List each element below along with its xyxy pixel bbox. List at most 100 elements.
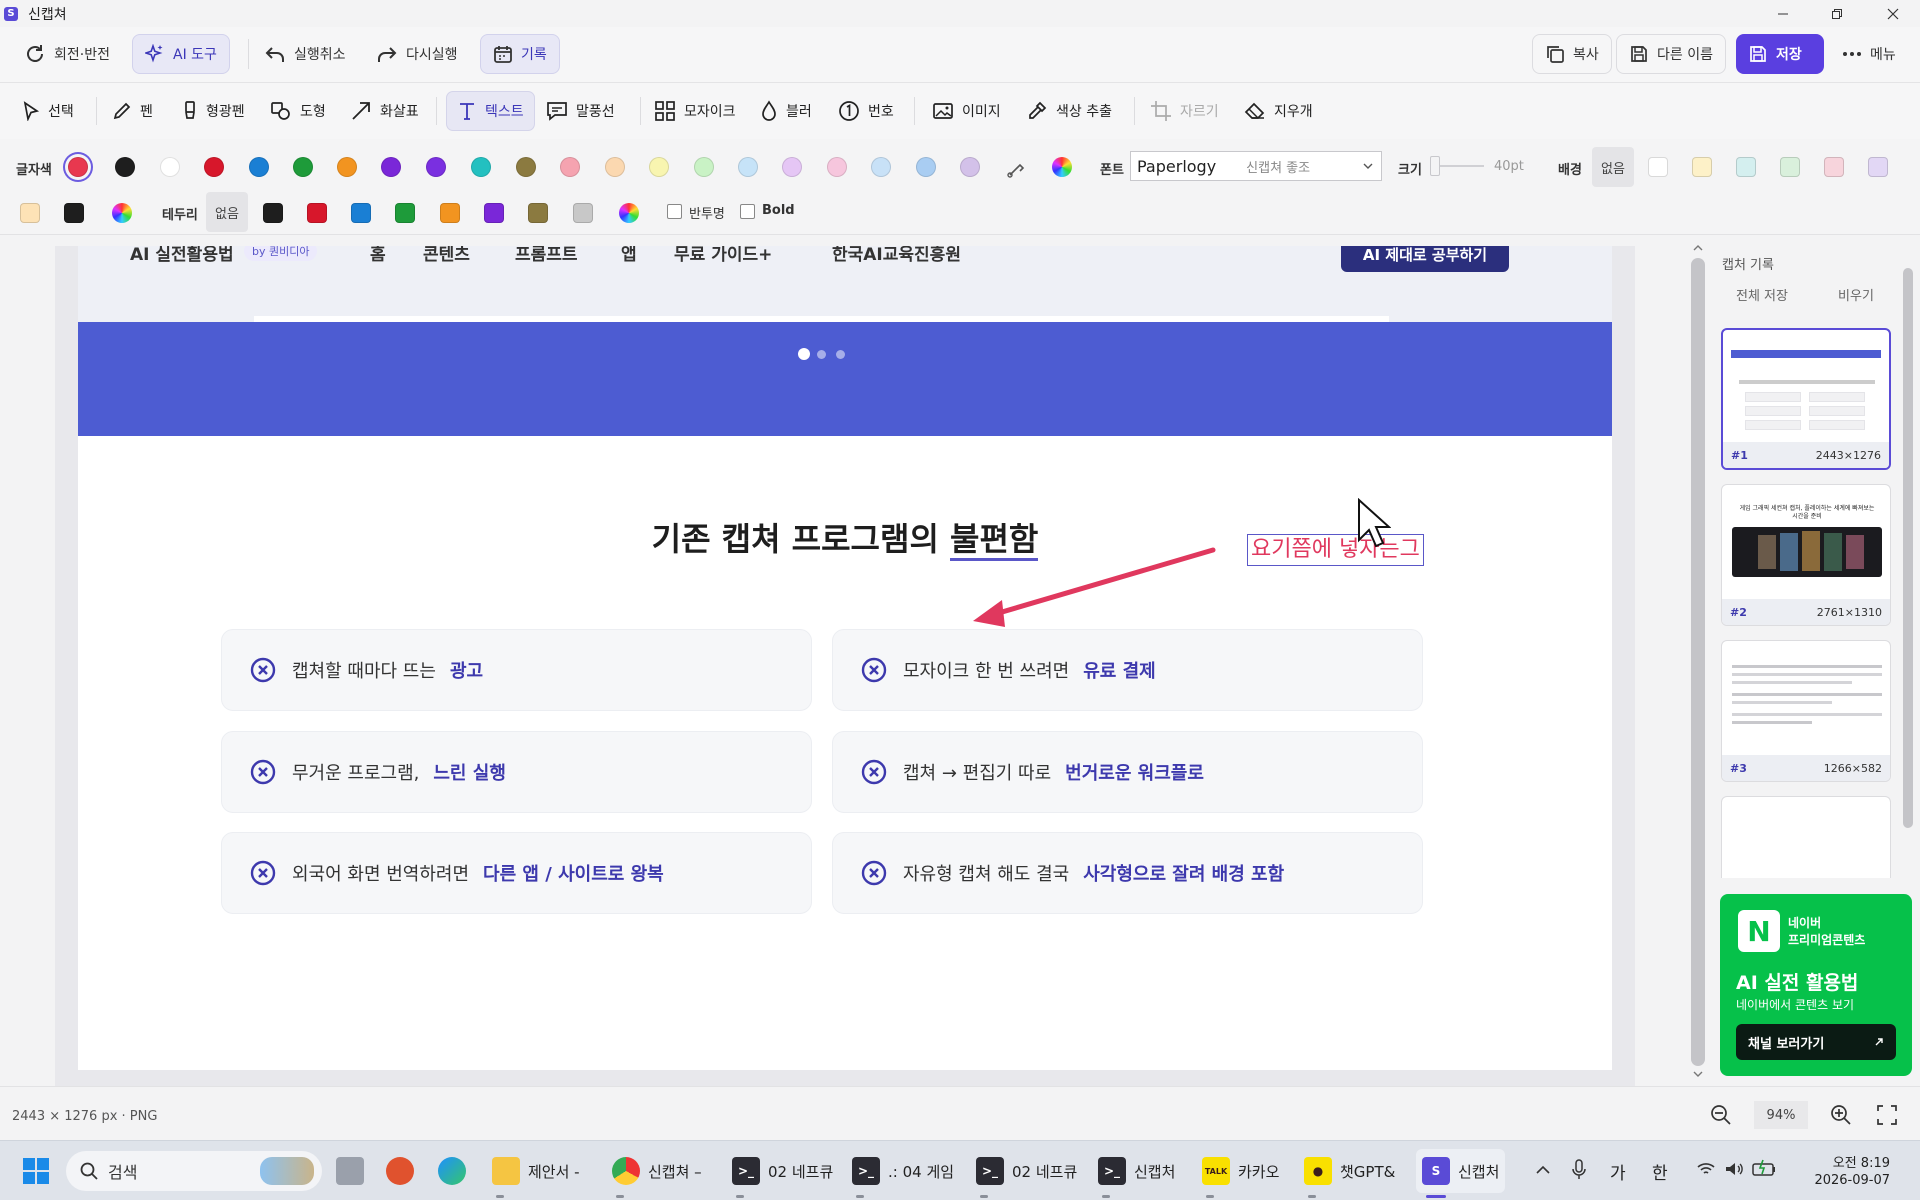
minimize-button[interactable] [1756,0,1810,27]
history-item[interactable]: #3 1266×582 [1721,640,1891,782]
font-color-swatch[interactable] [605,157,625,177]
tool-blur[interactable]: 블러 [752,91,820,131]
font-select[interactable]: Paperlogy 신캡쳐 좋조 [1130,151,1382,181]
tool-text[interactable]: 텍스트 [446,91,535,131]
history-item[interactable]: 게임 그래픽 세컨쳐 캡처, 플레이하는 세계에 빠져보는 시간을 준비 #2 2… [1721,484,1891,626]
copy-button[interactable]: 복사 [1532,34,1612,74]
tool-image[interactable]: 이미지 [924,91,1009,131]
tool-select[interactable]: 선택 [14,91,82,131]
taskbar-app[interactable]: TALK 카카오 [1196,1149,1285,1193]
undo-button[interactable]: 실행취소 [252,34,358,74]
zoom-out-icon[interactable] [1710,1104,1732,1126]
menu-button[interactable]: 메뉴 [1830,34,1908,74]
wifi-icon[interactable] [1696,1161,1716,1177]
capture-image[interactable]: AI 실전활용법 by 퀀비디아 홈 콘텐츠 프롬프트 앱 무료 가이드+ 한국AI교육진… [55,246,1635,1086]
font-color-swatch[interactable] [426,157,446,177]
font-color-swatch[interactable] [293,157,313,177]
bold-checkbox[interactable] [740,204,755,219]
border-color-swatch[interactable] [440,203,460,223]
tool-pen[interactable]: 펜 [104,91,161,131]
font-color-swatch[interactable] [871,157,891,177]
border-custom-color-wheel[interactable] [619,203,639,223]
microphone-icon[interactable] [1572,1159,1586,1181]
font-color-swatch[interactable] [560,157,580,177]
redo-button[interactable]: 다시실행 [364,34,470,74]
taskbar-app[interactable]: >_ 신캡처 [1092,1149,1181,1193]
save-as-button[interactable]: 다른 이름 [1616,34,1726,74]
border-color-swatch[interactable] [484,203,504,223]
font-color-swatch[interactable] [738,157,758,177]
size-slider-thumb[interactable] [1430,156,1440,176]
tool-color-pick[interactable]: 색상 추출 [1018,91,1120,131]
volume-icon[interactable] [1724,1161,1744,1177]
background-color-swatch[interactable] [1648,157,1668,177]
fit-screen-icon[interactable] [1876,1104,1898,1126]
edge-icon[interactable] [438,1157,466,1185]
tool-arrow[interactable]: 화살표 [342,91,427,131]
zoom-in-icon[interactable] [1830,1104,1852,1126]
zoom-level[interactable]: 94% [1754,1101,1808,1129]
history-item[interactable]: #1 2443×1276 [1721,328,1891,470]
windows-start-icon[interactable] [22,1157,50,1185]
font-color-swatch[interactable] [649,157,669,177]
gradient-picker-icon[interactable] [1006,157,1028,179]
font-color-swatch[interactable] [827,157,847,177]
canvas-scrollbar[interactable] [1688,242,1708,1078]
taskbar-app[interactable]: ● 챗GPT& [1298,1149,1401,1193]
save-button[interactable]: 저장 [1736,34,1824,74]
taskbar-app[interactable]: 제안서 - [486,1149,586,1193]
close-button[interactable] [1866,0,1920,27]
battery-charging-icon[interactable] [1752,1159,1776,1177]
scroll-down-icon[interactable] [1693,1070,1703,1078]
font-color-swatch[interactable] [694,157,714,177]
background-none-option[interactable]: 없음 [1592,147,1634,187]
tool-balloon[interactable]: 말풍선 [538,91,623,131]
taskbar-app[interactable]: 신캡쳐 – [606,1149,708,1193]
taskbar-search[interactable]: 검색 [66,1151,322,1191]
bg-custom-color-wheel[interactable] [112,203,132,223]
clear-history-button[interactable]: 비우기 [1816,280,1896,308]
ai-tools-button[interactable]: AI 도구 [132,34,230,74]
background-color-swatch[interactable] [1868,157,1888,177]
rotate-flip-button[interactable]: 회전·반전 [12,34,122,74]
history-item[interactable] [1721,796,1891,878]
scroll-up-icon[interactable] [1693,244,1703,252]
save-all-button[interactable]: 전체 저장 [1722,280,1802,308]
background-color-swatch[interactable] [1736,157,1756,177]
taskbar-app[interactable]: >_ 02 네프큐 [970,1149,1083,1193]
font-color-swatch[interactable] [516,157,536,177]
naver-ad-card[interactable]: N 네이버 프리미엄콘텐츠 AI 실전 활용법 네이버에서 콘텐츠 보기 채널 … [1720,894,1912,1076]
taskbar-app[interactable]: >_ .: 04 게임 [846,1149,960,1193]
tool-highlighter[interactable]: 형광펜 [174,91,253,131]
font-color-swatch[interactable] [249,157,269,177]
font-color-swatch[interactable] [204,157,224,177]
canvas-area[interactable]: AI 실전활용법 by 퀀비디아 홈 콘텐츠 프롬프트 앱 무료 가이드+ 한국AI교육진… [0,236,1705,1086]
custom-color-wheel[interactable] [1052,157,1072,177]
canvas-scrollbar-thumb[interactable] [1691,258,1705,1066]
font-color-swatch[interactable] [68,157,88,177]
tray-chevron-up-icon[interactable] [1536,1165,1550,1175]
background-color-swatch[interactable] [64,203,84,223]
font-color-swatch[interactable] [337,157,357,177]
border-color-swatch[interactable] [263,203,283,223]
ad-channel-button[interactable]: 채널 보러가기 [1736,1024,1896,1060]
task-view-icon[interactable] [336,1157,364,1185]
history-button[interactable]: 기록 [480,34,560,74]
font-color-swatch[interactable] [916,157,936,177]
annotation-text-box[interactable]: 요기쯤에 넣자는그 [1247,534,1424,566]
border-color-swatch[interactable] [351,203,371,223]
taskbar-app[interactable]: S 신캡처 [1416,1149,1506,1193]
font-color-swatch[interactable] [471,157,491,177]
semi-transparent-checkbox[interactable] [667,204,682,219]
ime-lang[interactable]: 한 [1652,1159,1668,1184]
font-color-swatch[interactable] [381,157,401,177]
background-color-swatch[interactable] [1824,157,1844,177]
border-color-swatch[interactable] [573,203,593,223]
app-pinned-red-icon[interactable] [386,1157,414,1185]
ime-mode[interactable]: 가 [1610,1159,1626,1184]
background-color-swatch[interactable] [1780,157,1800,177]
border-color-swatch[interactable] [528,203,548,223]
background-color-swatch[interactable] [1692,157,1712,177]
maximize-button[interactable] [1810,0,1864,27]
tool-number[interactable]: 번호 [830,91,902,131]
